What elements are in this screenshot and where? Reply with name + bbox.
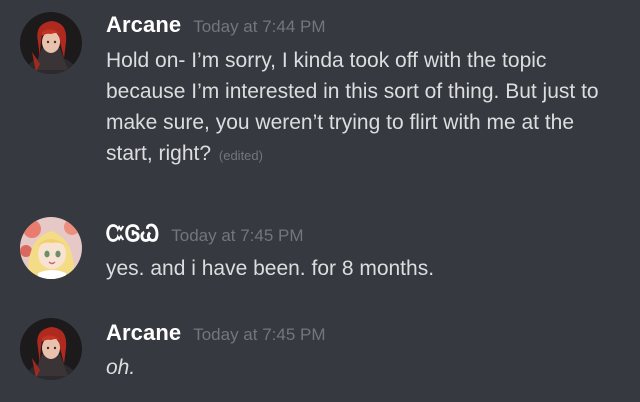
username[interactable]: Arcane — [106, 12, 181, 37]
username[interactable]: Arcane — [106, 320, 181, 345]
avatar[interactable] — [20, 217, 82, 279]
message-text: yes. and i have been. for 8 months. — [106, 253, 626, 284]
message-text: oh. — [106, 352, 626, 383]
red-haired-avatar-icon — [20, 12, 82, 74]
timestamp: Today at 7:45 PM — [171, 226, 304, 245]
avatar[interactable] — [20, 318, 82, 380]
message-content: Hold on- I’m sorry, I kinda took off wit… — [106, 49, 599, 165]
avatar[interactable] — [20, 12, 82, 74]
username[interactable]: ᏨᎶᏇ — [106, 221, 159, 246]
message-text: Hold on- I’m sorry, I kinda took off wit… — [106, 45, 626, 171]
edited-label: (edited) — [218, 148, 263, 163]
timestamp: Today at 7:45 PM — [193, 325, 326, 344]
message-header: Arcane Today at 7:45 PM — [106, 320, 326, 346]
message-content: yes. and i have been. for 8 months. — [106, 257, 435, 280]
red-haired-avatar-icon — [20, 318, 82, 380]
blonde-character-avatar-icon — [20, 217, 82, 279]
chat-messages-area: Arcane Today at 7:44 PM Hold on- I’m sorr… — [0, 0, 640, 402]
message-content: oh. — [106, 356, 136, 379]
timestamp: Today at 7:44 PM — [193, 17, 326, 36]
message-header: Arcane Today at 7:44 PM — [106, 12, 326, 38]
message-header: ᏨᎶᏇ Today at 7:45 PM — [106, 221, 304, 247]
